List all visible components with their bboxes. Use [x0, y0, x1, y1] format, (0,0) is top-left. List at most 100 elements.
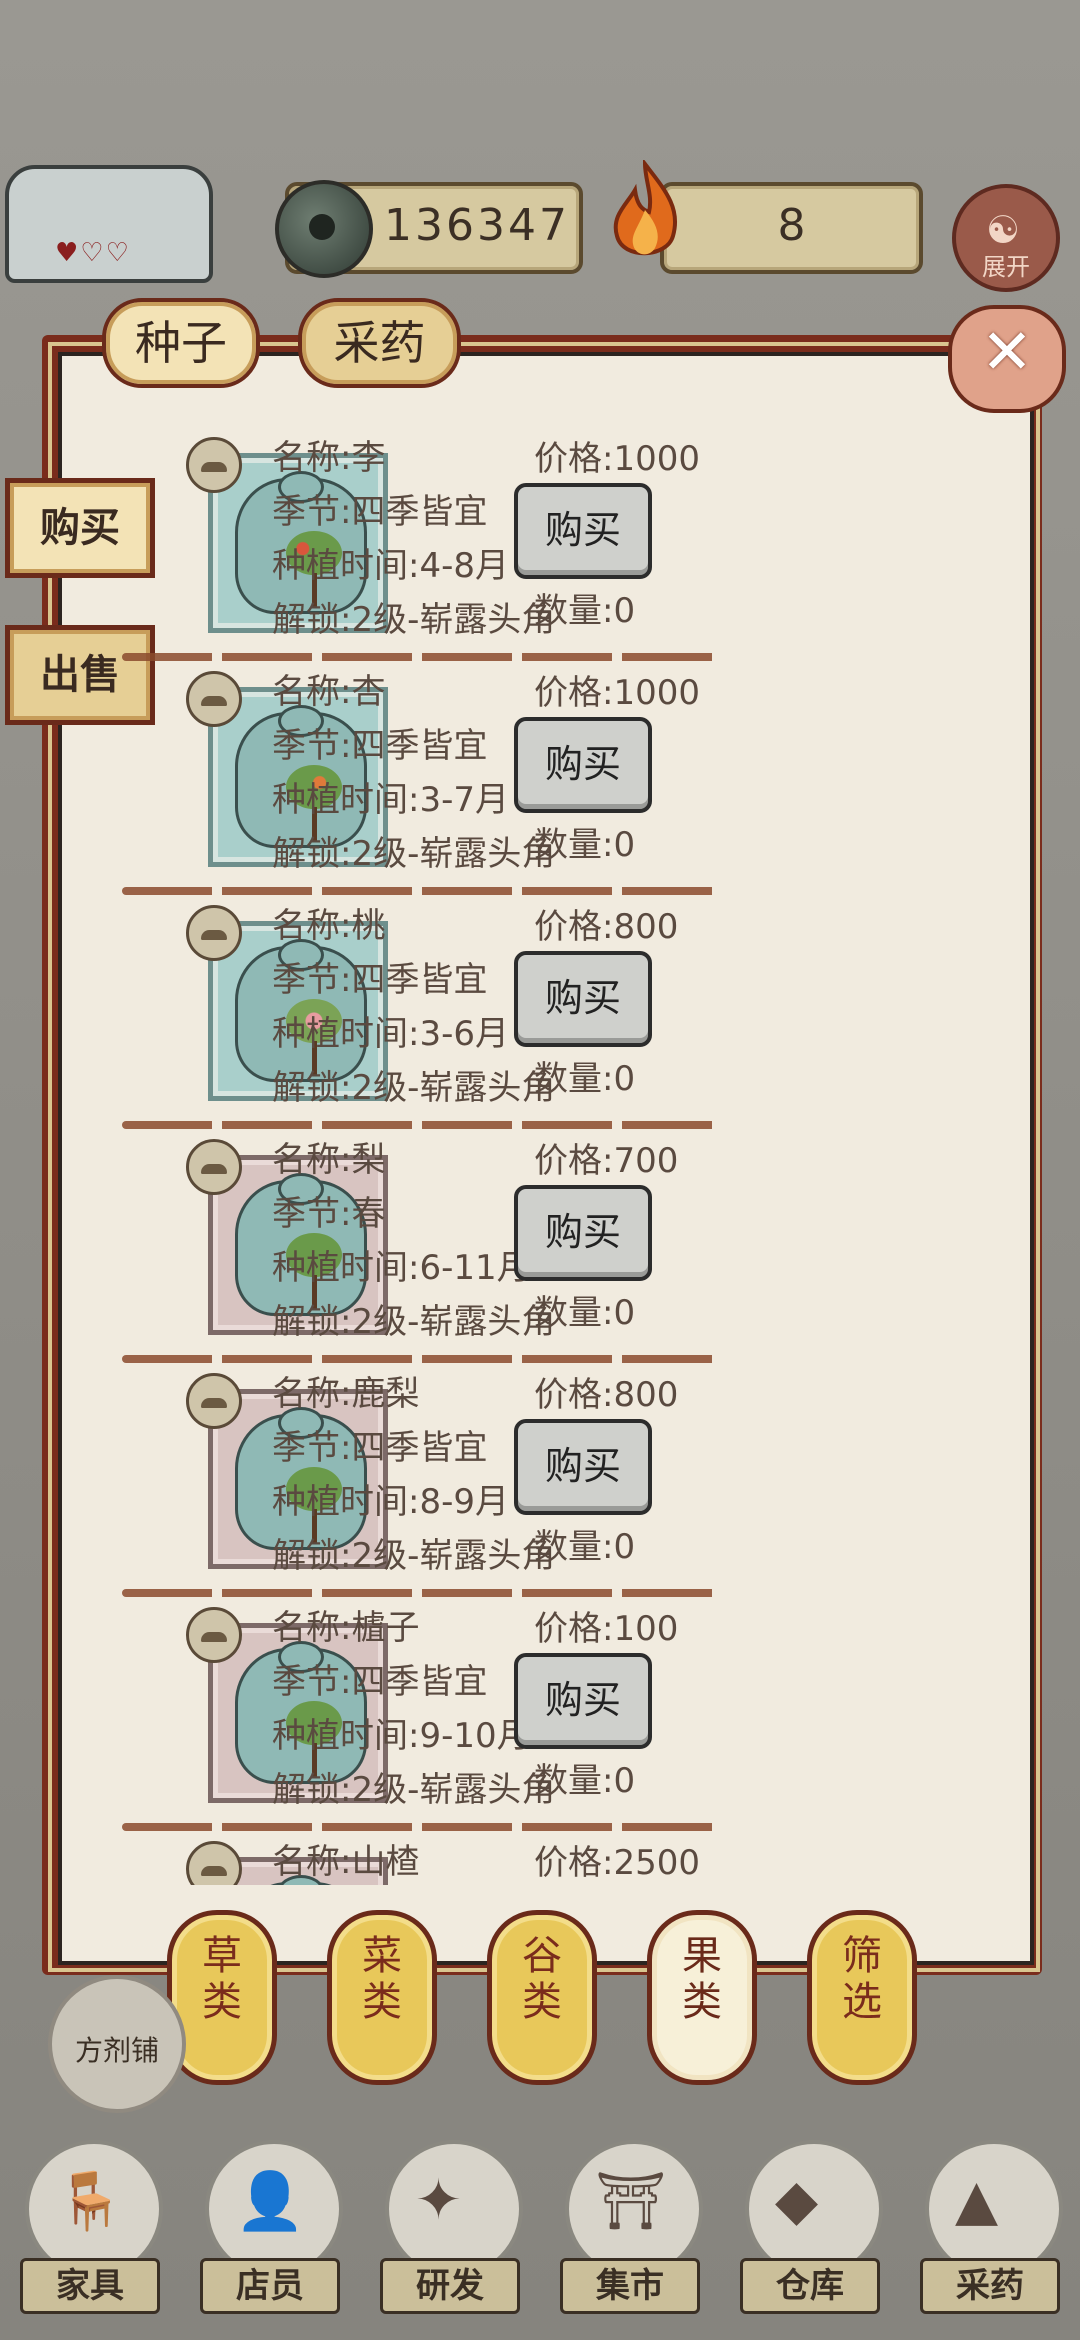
seed-plant-time: 种植时间:9-10月 — [272, 1716, 531, 1756]
seed-item: 名称:山楂 价格:2500 — [60, 1829, 1020, 1885]
seed-name: 名称:樝子 — [272, 1608, 420, 1648]
seed-quantity: 数量:0 — [534, 1761, 636, 1801]
seed-info: 名称:杏 季节:四季皆宜 种植时间:3-7月 解锁:2级-崭露头角 — [272, 665, 555, 881]
research-icon: ✦ — [415, 2168, 462, 2233]
buy-button[interactable]: 购买 — [514, 1653, 652, 1749]
seed-item: 名称:杏 季节:四季皆宜 种植时间:3-7月 解锁:2级-崭露头角 价格:1000 购买数… — [60, 659, 1020, 895]
clerk-icon: 👤 — [235, 2169, 305, 2234]
buy-button-label: 购买 — [544, 508, 621, 552]
category-label: 果类 — [682, 1933, 722, 2025]
fire-value: 8 — [777, 200, 806, 251]
buy-button-label: 购买 — [544, 1210, 621, 1254]
seed-name: 名称:杏 — [272, 672, 386, 712]
category-vegetable[interactable]: 菜类 — [327, 1910, 437, 2085]
seed-price: 价格:1000 — [534, 439, 700, 479]
seed-plant-time: 种植时间:3-6月 — [272, 1014, 509, 1054]
seed-item: 名称:梨 季节:春 种植时间:6-11月 解锁:2级-崭露头角 价格:700 购买 数量:0 — [60, 1127, 1020, 1363]
nav-warehouse[interactable]: ◆ 仓库 — [735, 2140, 885, 2320]
seed-info: 名称:李季节:四季皆宜 种植时间:4-8月解锁:2级-崭露头角 — [272, 431, 555, 647]
nav-furniture[interactable]: 🪑 家具 — [15, 2140, 165, 2320]
close-icon: ✕ — [981, 315, 1033, 388]
fire-counter: 8 — [660, 182, 923, 274]
seed-plant-time: 种植时间:6-11月 — [272, 1248, 531, 1288]
buy-button-label: 购买 — [544, 1678, 621, 1722]
coin-value: 136347 — [384, 200, 570, 251]
category-filter[interactable]: 筛选 — [807, 1910, 917, 2085]
buy-button[interactable]: 购买 — [514, 483, 652, 579]
category-label: 筛选 — [842, 1933, 882, 2025]
seed-name: 名称:李 — [272, 438, 386, 478]
buy-button[interactable]: 购买 — [514, 951, 652, 1047]
nav-label: 仓库 — [740, 2258, 880, 2314]
seed-name: 名称:梨 — [272, 1140, 386, 1180]
nav-label: 店员 — [200, 2258, 340, 2314]
seed-item: 名称:李 季节:四季皆宜 种植时间:4-8月 解锁:2级-崭露头角 价格:1000 购买数… — [60, 425, 1020, 661]
seed-season: 季节:四季皆宜 — [272, 960, 488, 1000]
seed-item: 名称:桃 季节:四季皆宜 种植时间:3-6月 解锁:2级-崭露头角 价格:800 购买 数量… — [60, 893, 1020, 1129]
straw-hat-badge-icon — [186, 1373, 242, 1429]
seed-name: 名称:鹿梨 — [272, 1374, 420, 1414]
seed-name: 名称:桃 — [272, 906, 386, 946]
warehouse-icon: ◆ — [775, 2168, 819, 2233]
seed-name: 名称:山楂 — [272, 1842, 420, 1882]
buy-button[interactable]: 购买 — [514, 1185, 652, 1281]
seed-price: 价格:100 — [534, 1609, 679, 1649]
category-label: 谷类 — [522, 1933, 562, 2025]
nav-research[interactable]: ✦ 研发 — [375, 2140, 525, 2320]
seed-item: 名称:樝子季节:四季皆宜种植时间:9-10月 解锁:2级-崭露头角 价格:100 购买… — [60, 1595, 1020, 1831]
straw-hat-badge-icon — [186, 1607, 242, 1663]
nav-label: 采药 — [920, 2258, 1060, 2314]
category-label: 草类 — [202, 1933, 242, 2025]
straw-hat-badge-icon — [186, 671, 242, 727]
category-fruit[interactable]: 果类 — [647, 1910, 757, 2085]
hearts-icon: ♥♡♡ — [55, 238, 131, 268]
seed-unlock: 解锁:2级-崭露头角 — [272, 1302, 556, 1342]
expand-button[interactable]: ☯ 展开 — [952, 184, 1060, 292]
expand-label: 展开 — [982, 253, 1030, 281]
seed-plant-time: 种植时间:8-9月 — [272, 1482, 509, 1522]
seed-info: 名称:梨季节:春种植时间:6-11月 解锁:2级-崭露头角 — [272, 1133, 555, 1349]
seed-unlock: 解锁:2级-崭露头角 — [272, 1536, 556, 1576]
seed-plant-time: 种植时间:3-7月 — [272, 780, 509, 820]
seed-unlock: 解锁:2级-崭露头角 — [272, 1068, 556, 1108]
seed-unlock: 解锁:2级-崭露头角 — [272, 834, 556, 874]
buy-button[interactable]: 购买 — [514, 1419, 652, 1515]
seed-price: 价格:1000 — [534, 673, 700, 713]
nav-market[interactable]: ⛩ 集市 — [555, 2140, 705, 2320]
nav-gather-herbs[interactable]: ▲ 采药 — [915, 2140, 1065, 2320]
pharmacy-shop-button[interactable]: 方剂铺 — [48, 1975, 186, 2113]
seed-season: 季节:春 — [272, 1194, 386, 1234]
straw-hat-badge-icon — [186, 1841, 242, 1885]
seed-info: 名称:鹿梨季节:四季皆宜 种植时间:8-9月解锁:2级-崭露头角 — [272, 1367, 555, 1583]
seed-item: 名称:鹿梨 季节:四季皆宜 种植时间:8-9月 解锁:2级-崭露头角 价格:800 购买数… — [60, 1361, 1020, 1597]
seed-list[interactable]: 名称:李 季节:四季皆宜 种植时间:4-8月 解锁:2级-崭露头角 价格:1000 购买数… — [60, 425, 1020, 1885]
seed-unlock: 解锁:2级-崭露头角 — [272, 1770, 556, 1810]
straw-hat-badge-icon — [186, 1139, 242, 1195]
seed-quantity: 数量:0 — [534, 591, 636, 631]
straw-hat-badge-icon — [186, 905, 242, 961]
yin-yang-icon: ☯ — [986, 208, 1021, 252]
tab-herbs[interactable]: 采药 — [298, 298, 461, 388]
seed-info: 名称:桃季节:四季皆宜 种植时间:3-6月解锁:2级-崭露头角 — [272, 899, 555, 1115]
category-grain[interactable]: 谷类 — [487, 1910, 597, 2085]
chair-icon: 🪑 — [55, 2169, 125, 2234]
seed-price: 价格:700 — [534, 1141, 679, 1181]
buy-button[interactable]: 购买 — [514, 717, 652, 813]
close-button[interactable]: ✕ — [948, 305, 1066, 413]
nav-label: 研发 — [380, 2258, 520, 2314]
coin-icon — [275, 180, 373, 278]
seed-season: 季节:四季皆宜 — [272, 1662, 488, 1702]
seed-price: 价格:800 — [534, 1375, 679, 1415]
seed-season: 季节:四季皆宜 — [272, 1428, 488, 1468]
seed-season: 季节:四季皆宜 — [272, 492, 488, 532]
seed-quantity: 数量:0 — [534, 1293, 636, 1333]
seed-quantity: 数量:0 — [534, 1527, 636, 1567]
fire-icon — [613, 160, 678, 256]
seed-unlock: 解锁:2级-崭露头角 — [272, 600, 556, 640]
category-label: 菜类 — [362, 1933, 402, 2025]
seed-plant-time: 种植时间:4-8月 — [272, 546, 509, 586]
market-icon: ⛩ — [595, 2169, 667, 2234]
nav-staff[interactable]: 👤 店员 — [195, 2140, 345, 2320]
buy-button-label: 购买 — [544, 1444, 621, 1488]
tab-seeds[interactable]: 种子 — [102, 298, 260, 388]
